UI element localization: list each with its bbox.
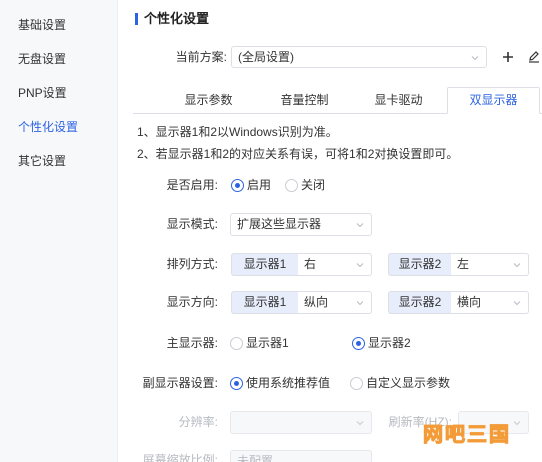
resolution-label: 分辨率:	[178, 415, 218, 429]
monitor2-tag: 显示器2	[388, 253, 451, 276]
enable-label: 是否启用:	[166, 178, 218, 192]
monitor2-tag: 显示器2	[388, 291, 451, 314]
radio-label: 显示器1	[246, 336, 289, 350]
tab-display-params[interactable]: 显示参数	[162, 87, 255, 113]
primary-monitor-label: 主显示器:	[166, 336, 218, 350]
chevron-down-icon	[355, 259, 365, 269]
enable-on-radio[interactable]: 启用	[231, 178, 281, 192]
recommended-values-radio[interactable]: 使用系统推荐值	[230, 376, 340, 390]
display-mode-label: 显示模式:	[166, 217, 218, 231]
section-accent-bar	[135, 13, 138, 25]
radio-circle	[230, 337, 243, 350]
select-value: 扩展这些显示器	[237, 217, 322, 231]
select-value: 纵向	[304, 295, 329, 309]
select-value: 横向	[457, 295, 482, 309]
sidebar-item-pnp[interactable]: PNP设置	[18, 86, 67, 100]
watermark-logo: 网吧三国	[423, 424, 511, 447]
radio-circle	[230, 377, 243, 390]
tab-graphics-driver[interactable]: 显卡驱动	[352, 87, 445, 113]
note-line: 1、显示器1和2以Windows识别为准。	[137, 125, 338, 139]
sidebar-item-personalization[interactable]: 个性化设置	[18, 120, 78, 134]
chevron-down-icon	[355, 219, 365, 229]
radio-circle	[231, 179, 244, 192]
orientation-label: 显示方向:	[166, 295, 218, 309]
chevron-down-icon	[470, 52, 480, 62]
select-value: 左	[457, 257, 470, 271]
enable-off-radio[interactable]: 关闭	[285, 178, 335, 192]
primary-monitor2-radio[interactable]: 显示器2	[352, 336, 422, 350]
scheme-select-value: (全局设置)	[238, 50, 294, 64]
tab-volume-control[interactable]: 音量控制	[258, 87, 351, 113]
select-value: 右	[304, 257, 317, 271]
resolution-select	[230, 411, 372, 434]
radio-circle	[285, 179, 298, 192]
display-mode-select[interactable]: 扩展这些显示器	[230, 213, 372, 236]
monitor1-tag: 显示器1	[231, 253, 298, 276]
sidebar-item-other[interactable]: 其它设置	[18, 154, 66, 168]
chevron-down-icon	[512, 297, 522, 307]
pencil-icon[interactable]	[528, 50, 540, 63]
chevron-down-icon	[355, 297, 365, 307]
chevron-down-icon	[512, 417, 522, 427]
scheme-select[interactable]: (全局设置)	[231, 46, 487, 68]
monitor1-orientation-select[interactable]: 纵向	[298, 291, 372, 314]
chevron-down-icon	[512, 259, 522, 269]
monitor1-arrangement-select[interactable]: 右	[298, 253, 372, 276]
radio-label: 显示器2	[368, 336, 411, 350]
monitor2-orientation-select[interactable]: 横向	[451, 291, 529, 314]
screen-scale-select: 未配置	[230, 450, 372, 462]
note-line: 2、若显示器1和2的对应关系有误，可将1和2对换设置即可。	[137, 147, 459, 161]
monitor1-tag: 显示器1	[231, 291, 298, 314]
radio-label: 自定义显示参数	[366, 376, 451, 390]
radio-label: 关闭	[301, 178, 326, 192]
plus-icon[interactable]	[502, 51, 514, 63]
arrangement-label: 排列方式:	[166, 257, 218, 271]
radio-circle	[350, 377, 363, 390]
primary-monitor1-radio[interactable]: 显示器1	[230, 336, 300, 350]
custom-params-radio[interactable]: 自定义显示参数	[350, 376, 460, 390]
sidebar-item-basic[interactable]: 基础设置	[18, 18, 66, 32]
select-value: 未配置	[237, 454, 274, 462]
secondary-monitor-label: 副显示器设置:	[142, 376, 218, 390]
tab-dual-monitor[interactable]: 双显示器	[447, 87, 540, 114]
page-title: 个性化设置	[144, 11, 210, 26]
radio-label: 启用	[247, 178, 272, 192]
sidebar: 基础设置 无盘设置 PNP设置 个性化设置 其它设置	[0, 0, 118, 462]
screen-scale-label: 屏幕缩放比例:	[142, 453, 218, 462]
monitor2-arrangement-select[interactable]: 左	[451, 253, 529, 276]
sidebar-item-diskless[interactable]: 无盘设置	[18, 52, 66, 66]
scheme-label: 当前方案:	[175, 50, 227, 64]
radio-label: 使用系统推荐值	[246, 376, 331, 390]
radio-circle	[352, 337, 365, 350]
